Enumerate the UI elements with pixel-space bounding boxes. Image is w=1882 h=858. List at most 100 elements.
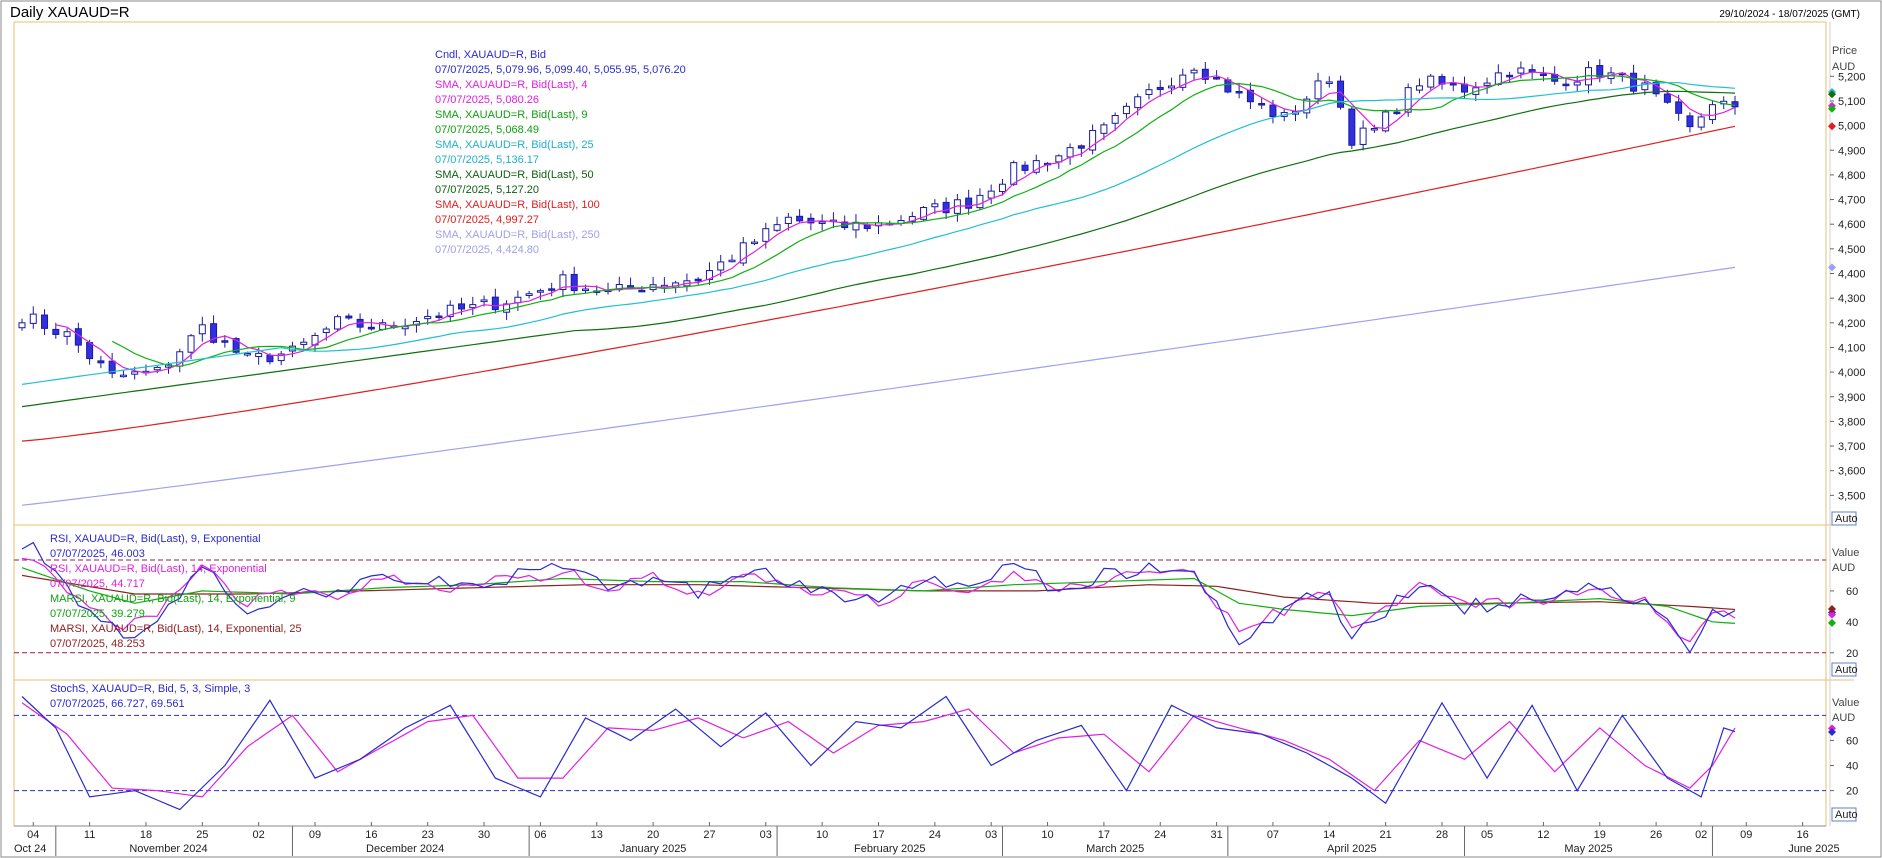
candle [277,351,285,366]
candle-body [1055,155,1063,163]
candle [660,277,668,293]
candle-body [1145,89,1153,95]
rsi-end-marker [1828,618,1836,627]
stoch-tick-label: 20 [1846,786,1858,798]
price-tick-label: 5,200 [1838,71,1866,83]
candle-body [1449,82,1457,86]
x-tick-label: 28 [1436,829,1448,841]
candle [1584,61,1592,94]
candle [491,288,499,314]
candle-body [1427,75,1435,88]
candle [108,352,116,379]
x-tick-label: 02 [1695,829,1707,841]
candle-body [52,328,60,335]
stoch-axis-label: Value [1832,697,1859,709]
price-legend-entry: 07/07/2025, 5,080.26 [435,94,539,106]
candle [1044,162,1052,172]
candle [683,273,691,292]
candle-body [1573,81,1581,86]
candle-body [931,203,939,208]
candle-body [1213,77,1221,80]
rsi-legend-entry: 07/07/2025, 39.279 [50,608,145,620]
x-tick-label: 09 [309,829,321,841]
price-tick-label: 3,800 [1838,416,1866,428]
candle-body [480,299,488,303]
price-tick-label: 4,400 [1838,269,1866,281]
candle-body [198,324,206,335]
candle [1630,64,1638,95]
price-tick-label: 4,500 [1838,244,1866,256]
candle-body [1663,93,1671,103]
candle-body [1021,164,1029,171]
stoch-legend-entry: StochS, XAUAUD=R, Bid, 5, 3, Simple, 3 [50,683,250,695]
candle-body [1235,91,1243,94]
candle [796,209,804,223]
price-tick-label: 3,600 [1838,466,1866,478]
candle-body [751,241,759,245]
candle-body [1562,83,1570,87]
x-tick-label: 24 [1154,829,1166,841]
candle-body [728,259,736,263]
candle-body [717,261,725,271]
price-legend-entry: SMA, XAUAUD=R, Bid(Last), 4 [435,79,588,91]
candle [570,266,578,294]
candle [728,254,736,263]
candle-body [97,360,105,364]
x-tick-label: 04 [27,829,39,841]
x-tick-label: 17 [1098,829,1110,841]
rsi-tick-label: 20 [1846,648,1858,660]
candle-body [29,313,37,324]
candle-body [119,374,127,378]
candle-body [796,215,804,222]
candle [705,262,713,285]
candle-body [424,315,432,320]
candle-body [367,326,375,330]
candle [1348,106,1356,149]
chart-canvas[interactable]: Price AUD 3,500 3,600 3,700 3,800 3,900 4,000 4,… [0,0,1882,858]
price-legend-entry: 07/07/2025, 5,079.96, 5,099.40, 5,055.95… [435,64,686,76]
price-legend-entry: 07/07/2025, 5,127.20 [435,184,539,196]
candle-body [63,331,71,337]
candle-body [243,353,251,356]
candle-body [1708,104,1716,121]
candle-body [638,289,646,293]
sma4-line [55,71,1736,374]
candle [1145,83,1153,100]
candle-body [694,278,702,282]
candle [1686,112,1694,133]
candle [1179,68,1187,91]
candle-body [1359,127,1367,145]
candle [446,300,454,323]
candle-body [1122,105,1130,115]
x-tick-label: 16 [365,829,377,841]
rsi-auto-label: Auto [1835,664,1858,676]
x-tick-label: 17 [872,829,884,841]
candle-body [345,315,353,319]
x-tick-label: 20 [647,829,659,841]
candle [74,322,82,353]
price-legend-entry: 07/07/2025, 5,068.49 [435,124,539,136]
candle-body [1731,101,1739,108]
x-tick-label: 02 [253,829,265,841]
candle-body [784,216,792,224]
candle-body [1539,73,1547,77]
candle-body [773,224,781,231]
candle-body [525,293,533,296]
price-legend-entry: SMA, XAUAUD=R, Bid(Last), 100 [435,199,600,211]
candle-body [1258,103,1266,106]
candle [953,193,961,222]
rsi-axis-unit: AUD [1832,562,1855,574]
price-legend-entry: SMA, XAUAUD=R, Bid(Last), 50 [435,169,594,181]
candle [536,288,544,300]
rsi-tick-label: 60 [1846,586,1858,598]
candle-body [41,314,49,329]
candle [1089,124,1097,155]
price-legend-entry: SMA, XAUAUD=R, Bid(Last), 25 [435,139,594,151]
candle-body [987,190,995,199]
candle-body [1168,85,1176,89]
price-legend-entry: Cndl, XAUAUD=R, Bid [435,49,546,61]
candle-body [1517,67,1525,74]
candle [1258,98,1266,109]
rsi-legend-entry: 07/07/2025, 46.003 [50,548,145,560]
candle [1415,78,1423,94]
